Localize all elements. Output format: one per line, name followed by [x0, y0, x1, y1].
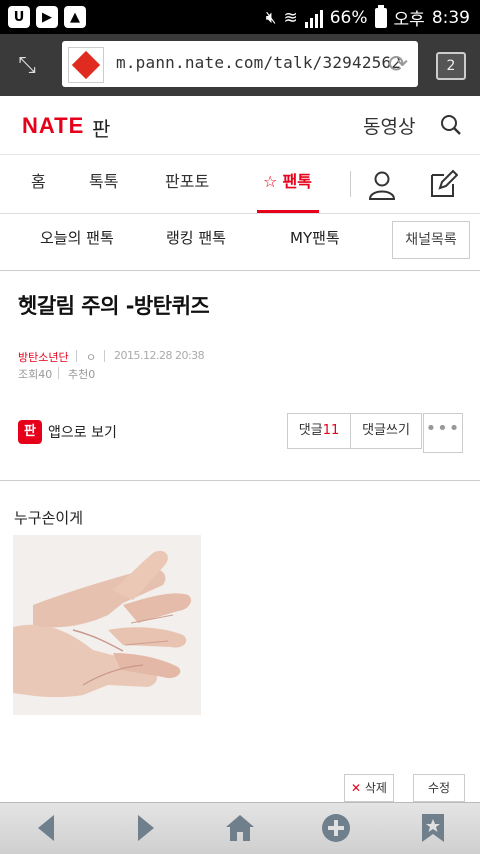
- active-tab-indicator: [257, 210, 319, 213]
- meta-divider: [104, 350, 105, 362]
- meta-marker: ㅇ: [86, 351, 97, 364]
- post-body-text: 누구손이게: [14, 509, 84, 527]
- comment-count: 11: [322, 423, 340, 438]
- url-text[interactable]: m.pann.nate.com/talk/32942562: [116, 53, 401, 72]
- reload-icon[interactable]: ⟳: [384, 50, 412, 78]
- play-icon: ▶: [36, 6, 58, 28]
- edit-button[interactable]: 수정: [413, 774, 465, 802]
- write-icon[interactable]: [428, 169, 458, 199]
- sub-tab-today[interactable]: 오늘의 팬톡: [40, 227, 114, 248]
- star-icon: ☆: [263, 172, 278, 191]
- write-comment-button[interactable]: 댓글쓰기: [351, 413, 422, 449]
- more-options-button[interactable]: •••: [423, 413, 463, 453]
- uplus-icon: U: [8, 6, 30, 28]
- author-link[interactable]: 방탄소년단: [18, 349, 69, 365]
- meta-divider: [58, 367, 59, 379]
- wifi-icon: ≋: [283, 7, 298, 28]
- bookmark-icon[interactable]: [418, 813, 448, 843]
- tab-home[interactable]: 홈: [31, 168, 46, 192]
- post-date: 2015.12.28 20:38: [114, 349, 205, 362]
- tab-panpoto[interactable]: 판포토: [165, 168, 209, 192]
- user-icon[interactable]: [368, 170, 396, 200]
- comments-button[interactable]: 댓글11: [287, 413, 351, 449]
- battery-icon: [374, 4, 387, 28]
- open-in-app-label: 앱으로 보기: [48, 425, 117, 441]
- tab-count-button[interactable]: 2: [436, 52, 466, 80]
- recommend-count: 추천0: [68, 368, 96, 381]
- address-bar[interactable]: m.pann.nate.com/talk/32942562 ⟳: [62, 41, 418, 87]
- ampm: 오후: [393, 10, 425, 30]
- comment-actions: 댓글11 댓글쓰기: [287, 413, 422, 449]
- tab-pantok-label: 팬톡: [282, 172, 312, 191]
- view-count: 조회40: [18, 368, 53, 381]
- tab-toktok[interactable]: 톡톡: [89, 168, 118, 192]
- delete-label: 삭제: [364, 781, 387, 795]
- fullscreen-icon[interactable]: ⤡: [12, 51, 42, 81]
- delete-button[interactable]: ✕ 삭제: [344, 774, 394, 802]
- comments-label: 댓글: [298, 423, 323, 438]
- clock: 8:39: [431, 7, 470, 28]
- status-bar: U ▶ ▲ 🔇︎ ≋ 66% 오후 8:39: [0, 0, 480, 34]
- content-divider: [0, 480, 480, 481]
- pann-logo[interactable]: 판: [92, 113, 110, 142]
- image-icon: ▲: [64, 6, 86, 28]
- mute-icon: 🔇︎: [265, 7, 277, 28]
- nate-logo[interactable]: NATE: [22, 113, 84, 139]
- channel-list-button[interactable]: 채널목록: [392, 221, 470, 259]
- add-icon[interactable]: [321, 813, 351, 843]
- site-favicon: [68, 47, 104, 83]
- forward-icon[interactable]: [130, 813, 160, 843]
- browser-toolbar: ⤡ m.pann.nate.com/talk/32942562 ⟳ 2: [0, 34, 480, 96]
- pann-app-icon: 판: [18, 420, 42, 444]
- sub-nav: 오늘의 팬톡 랭킹 팬톡 MY팬톡 채널목록: [0, 214, 480, 271]
- sub-tab-my[interactable]: MY팬톡: [290, 227, 340, 248]
- site-header: NATE 판 동영상: [0, 96, 480, 155]
- signal-icon: [304, 8, 323, 28]
- home-icon[interactable]: [225, 813, 255, 843]
- sub-tab-ranking[interactable]: 랭킹 팬톡: [166, 227, 226, 248]
- open-in-app-link[interactable]: 판 앱으로 보기: [18, 420, 117, 444]
- search-icon[interactable]: [440, 114, 462, 136]
- post-image-hands[interactable]: [13, 535, 201, 715]
- main-nav: 홈 톡톡 판포토 ☆ 팬톡: [0, 155, 480, 214]
- close-icon: ✕: [351, 781, 362, 795]
- battery-level: 66%: [329, 7, 368, 28]
- video-link[interactable]: 동영상: [363, 112, 415, 139]
- back-icon[interactable]: [32, 813, 62, 843]
- tab-pantok[interactable]: ☆ 팬톡: [263, 168, 312, 192]
- nav-divider: [350, 171, 351, 197]
- browser-bottom-bar: [0, 802, 480, 854]
- article-title: 헷갈림 주의 -방탄퀴즈: [18, 294, 210, 318]
- meta-divider: [76, 350, 77, 362]
